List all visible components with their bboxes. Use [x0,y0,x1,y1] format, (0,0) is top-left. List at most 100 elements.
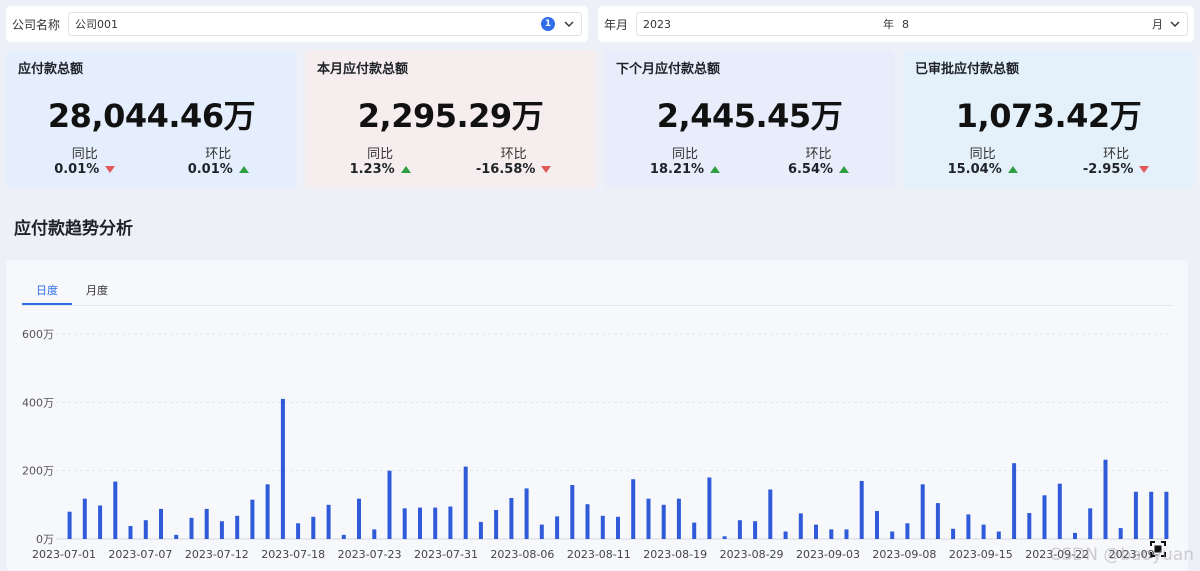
chart-bar[interactable] [585,504,590,539]
chart-bar[interactable] [616,516,620,539]
chart-bar[interactable] [372,529,377,539]
chart-bar[interactable] [1133,491,1138,539]
chart-bar[interactable] [1149,491,1154,539]
chart-bar[interactable] [890,531,895,540]
chart-bar[interactable] [113,481,118,539]
chart-bar[interactable] [722,536,727,539]
chart-bar[interactable] [1027,513,1032,539]
chevron-down-icon[interactable] [1169,18,1181,30]
chart-bar[interactable] [494,510,499,539]
chart-bar[interactable] [128,526,133,539]
arrow-down-icon [541,166,552,173]
chart-bar[interactable] [555,516,560,539]
chart-bar[interactable] [296,523,301,539]
x-tick-label: 2023-08-19 [643,548,707,561]
kpi-row: 应付款总额 28,044.46万 同比 0.01% 环比 0.01% 本月应付款… [6,50,1194,188]
chart-bar[interactable] [280,398,285,539]
chart-bar[interactable] [524,488,529,539]
chart-bar[interactable] [463,466,468,539]
chart-bar[interactable] [67,511,72,539]
chart-bar[interactable] [448,506,453,540]
chart-bar[interactable] [189,517,194,539]
tab-daily[interactable]: 日度 [22,278,72,305]
x-tick-label: 2023-07-18 [261,548,325,561]
chart-bar[interactable] [600,515,605,539]
chart-bar[interactable] [875,511,879,539]
chart-bar[interactable] [798,513,803,539]
x-tick-label: 2023-07-01 [32,548,96,561]
y-tick-label: 600万 [22,328,54,341]
chart-bar[interactable] [1103,459,1108,539]
kpi-compare: 同比 0.01% 环比 0.01% [18,143,285,177]
selected-count-badge: 1 [541,17,555,31]
chart-bar[interactable] [981,524,986,539]
chart-bar[interactable] [219,521,224,539]
chart-bar[interactable] [905,523,910,539]
chart-bar[interactable] [935,503,940,539]
chart-bar[interactable] [737,520,742,539]
chart-bar[interactable] [859,480,864,539]
kpi-compare: 同比 18.21% 环比 6.54% [616,143,883,177]
chart-bar[interactable] [692,522,697,539]
chart-bar[interactable] [1042,495,1047,539]
arrow-up-icon [400,166,411,173]
chart-bar[interactable] [1073,532,1077,539]
chart-bar[interactable] [1164,491,1169,539]
chart-bar[interactable] [478,521,483,539]
chart-bar[interactable] [204,508,209,539]
chart-bar[interactable] [418,507,422,539]
chart-bar[interactable] [1012,463,1017,539]
chart-bar[interactable] [768,489,773,540]
chart-bar[interactable] [996,531,1001,540]
chart-bar[interactable] [966,514,971,539]
chart-bar[interactable] [646,498,651,539]
company-filter-panel: 公司名称 公司001 1 [6,6,588,42]
kpi-title: 本月应付款总额 [317,62,409,77]
chart-bar[interactable] [326,504,331,539]
y-tick-label: 0万 [36,533,54,546]
tab-monthly[interactable]: 月度 [72,278,122,305]
chart-bar[interactable] [631,479,636,539]
chart-bar[interactable] [82,498,87,539]
chart-bar[interactable] [920,484,925,539]
chart-bar[interactable] [829,529,834,539]
chart-bar[interactable] [143,520,148,539]
company-filter-label: 公司名称 [12,17,61,32]
chart-bar[interactable] [341,534,346,539]
chart-bar[interactable] [676,498,681,539]
chart-bar[interactable] [661,504,666,539]
chart-bar[interactable] [402,508,407,540]
chart-bar[interactable] [235,515,240,539]
chart-bar[interactable] [707,477,712,540]
chart-bar[interactable] [570,485,575,539]
year-month-picker[interactable]: 2023 年 8 月 [636,12,1188,36]
chart-bar[interactable] [265,484,270,539]
x-tick-label: 2023-07-12 [185,548,249,561]
chart-bar[interactable] [357,498,361,539]
chart-bar[interactable] [433,507,438,539]
chart-bar[interactable] [814,524,818,539]
chart-bar[interactable] [509,498,514,539]
chart-bar[interactable] [539,524,544,539]
chart-bar[interactable] [159,508,163,539]
chart-bar[interactable] [98,505,103,540]
kpi-compare: 同比 1.23% 环比 -16.58% [317,143,584,177]
chart-bar[interactable] [753,521,758,539]
x-tick-label: 2023-08-11 [567,548,631,561]
chart-bar[interactable] [1057,483,1062,539]
company-select[interactable]: 公司001 1 [68,12,582,36]
chart-bar[interactable] [387,470,392,539]
chart-bar[interactable] [1118,528,1123,539]
chart-bar[interactable] [1088,508,1093,540]
chart-bar[interactable] [951,528,956,540]
x-tick-label: 2023-09-15 [949,548,1013,561]
watermark: CSDN @baoyuan [1049,545,1194,565]
chart-bar[interactable] [844,529,849,539]
chart-bar[interactable] [783,531,788,540]
kpi-value: 2,445.45万 [656,97,843,135]
chevron-down-icon[interactable] [563,18,575,30]
chart-bar[interactable] [311,516,316,539]
chart-bar[interactable] [250,499,255,539]
x-tick-label: 2023-09-08 [872,548,936,561]
chart-bar[interactable] [174,534,179,539]
